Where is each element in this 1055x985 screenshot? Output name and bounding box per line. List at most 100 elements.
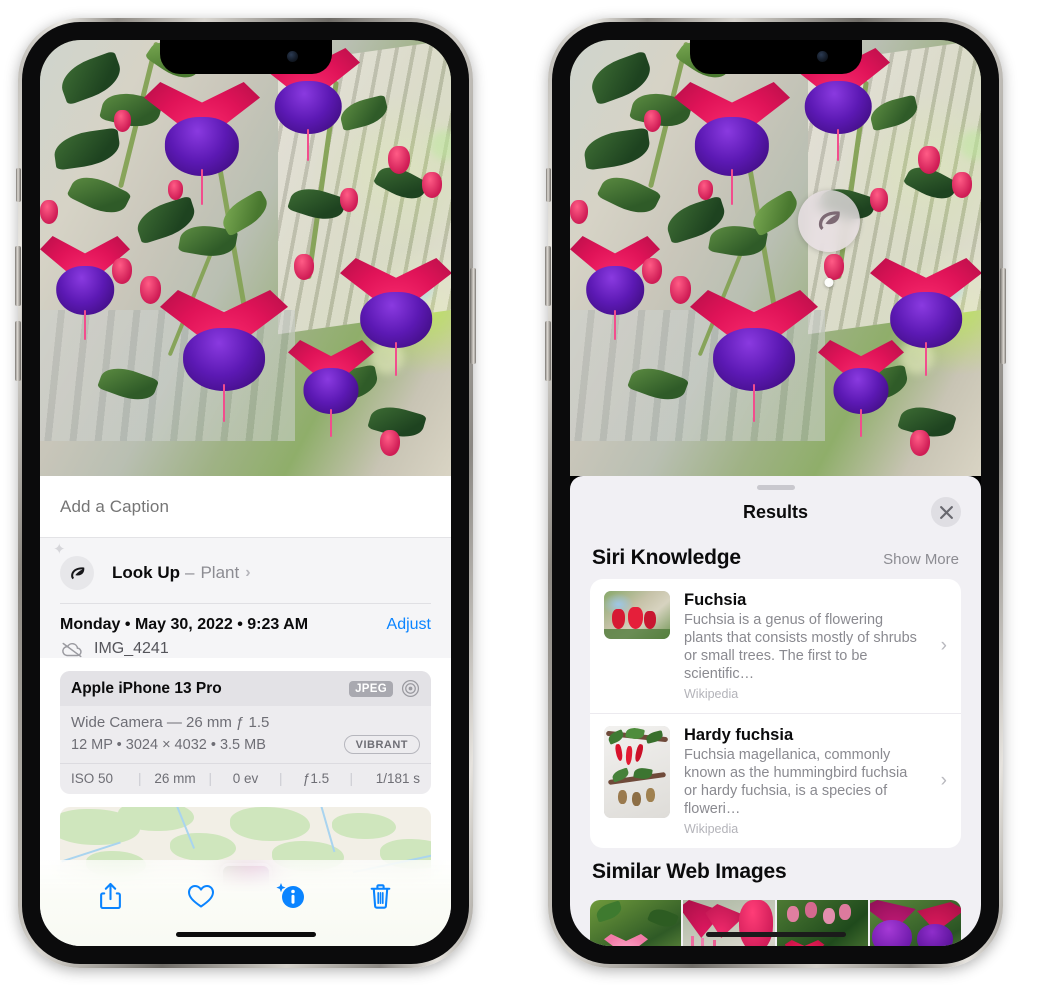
camera-device-name: Apple iPhone 13 Pro bbox=[71, 679, 222, 697]
photo-bud bbox=[870, 188, 888, 212]
power-button[interactable] bbox=[470, 268, 476, 364]
exif-header: Apple iPhone 13 Pro JPEG bbox=[60, 671, 431, 706]
results-header: Results bbox=[570, 490, 981, 534]
mute-switch[interactable] bbox=[546, 168, 551, 202]
mute-switch[interactable] bbox=[16, 168, 21, 202]
format-badge: JPEG bbox=[349, 680, 393, 697]
similar-image-thumbnail[interactable] bbox=[869, 900, 961, 946]
photo-bud bbox=[642, 258, 662, 284]
photo-flower bbox=[674, 82, 790, 205]
chevron-right-icon: › bbox=[245, 564, 251, 581]
section-title: Similar Web Images bbox=[592, 860, 787, 883]
photo-bud bbox=[670, 276, 691, 304]
cloud-slash-icon bbox=[60, 641, 84, 658]
screenshot-canvas: ✦ Look Up – Plant › bbox=[0, 0, 1055, 985]
exif-focal: 26 mm bbox=[154, 771, 196, 786]
favorite-button[interactable] bbox=[181, 876, 221, 916]
photo-flower bbox=[818, 340, 904, 437]
exif-settings-row: ISO 50 | 26 mm | 0 ev | ƒ1.5 | 1/181 s bbox=[60, 763, 431, 794]
photo-bud bbox=[422, 172, 442, 198]
photo-bud bbox=[388, 146, 410, 174]
knowledge-thumbnail bbox=[604, 591, 670, 639]
share-button[interactable] bbox=[91, 876, 131, 916]
photo-bud bbox=[698, 180, 713, 200]
front-camera bbox=[816, 51, 828, 62]
power-button[interactable] bbox=[1000, 268, 1006, 364]
photo-bud bbox=[380, 430, 400, 456]
visual-look-up-results-panel: Results Siri Knowledge Show More Fuchsia… bbox=[570, 476, 981, 946]
home-indicator[interactable] bbox=[705, 932, 846, 937]
photo-date: Monday • May 30, 2022 • 9:23 AM bbox=[60, 616, 309, 633]
list-item[interactable]: Fuchsia Fuchsia is a genus of flowering … bbox=[590, 579, 961, 713]
show-more-button[interactable]: Show More bbox=[883, 551, 959, 568]
knowledge-source: Wikipedia bbox=[684, 822, 739, 836]
right-phone-screen: Results Siri Knowledge Show More Fuchsia… bbox=[570, 40, 981, 946]
photo-bud bbox=[910, 430, 930, 456]
photo-bud bbox=[140, 276, 161, 304]
photo-bud bbox=[952, 172, 972, 198]
home-indicator[interactable] bbox=[175, 932, 316, 937]
exif-body: Wide Camera — 26 mm ƒ 1.5 12 MP • 3024 ×… bbox=[60, 706, 431, 763]
photo-bud bbox=[570, 200, 588, 224]
metadata-section: Monday • May 30, 2022 • 9:23 AM Adjust I… bbox=[40, 604, 451, 658]
info-button[interactable] bbox=[270, 876, 310, 916]
front-camera bbox=[286, 51, 298, 62]
photo-bud bbox=[40, 200, 58, 224]
device-notch bbox=[159, 40, 332, 74]
caption-row[interactable] bbox=[40, 476, 451, 538]
knowledge-title: Hardy fuchsia bbox=[684, 726, 794, 744]
lens-info: Wide Camera — 26 mm ƒ 1.5 bbox=[71, 714, 270, 731]
adjust-button[interactable]: Adjust bbox=[387, 616, 431, 634]
look-up-subject: Plant bbox=[200, 563, 240, 582]
photo-flower bbox=[160, 290, 288, 423]
similar-web-images-header: Similar Web Images bbox=[570, 848, 981, 890]
volume-up-button[interactable] bbox=[15, 246, 21, 306]
volume-up-button[interactable] bbox=[545, 246, 551, 306]
photo-bud bbox=[644, 110, 661, 132]
chevron-right-icon: › bbox=[940, 770, 947, 791]
photo-viewer[interactable] bbox=[570, 40, 981, 476]
list-item[interactable]: Hardy fuchsia Fuchsia magellanica, commo… bbox=[590, 713, 961, 848]
exif-card[interactable]: Apple iPhone 13 Pro JPEG Wide Camera — 2… bbox=[60, 671, 431, 794]
knowledge-card-list: Fuchsia Fuchsia is a genus of flowering … bbox=[590, 579, 961, 848]
device-notch bbox=[689, 40, 862, 74]
photo-filename: IMG_4241 bbox=[94, 640, 169, 657]
leaf-icon bbox=[60, 556, 94, 590]
visual-look-up-badge[interactable] bbox=[798, 190, 860, 287]
similar-image-thumbnail[interactable] bbox=[590, 900, 682, 946]
knowledge-description: Fuchsia is a genus of flowering plants t… bbox=[684, 612, 917, 682]
volume-down-button[interactable] bbox=[15, 321, 21, 381]
look-up-row[interactable]: ✦ Look Up – Plant › bbox=[53, 542, 431, 596]
look-up-section: ✦ Look Up – Plant › bbox=[40, 538, 451, 604]
visual-look-up-anchor-dot bbox=[824, 278, 834, 287]
photo-bud bbox=[168, 180, 183, 200]
knowledge-description: Fuchsia magellanica, commonly known as t… bbox=[684, 747, 908, 817]
right-phone-device: Results Siri Knowledge Show More Fuchsia… bbox=[545, 18, 1006, 968]
close-icon[interactable] bbox=[931, 497, 961, 527]
caption-input[interactable] bbox=[60, 496, 431, 517]
image-size-info: 12 MP • 3024 × 4032 • 3.5 MB bbox=[71, 736, 266, 753]
knowledge-thumbnail bbox=[604, 726, 670, 818]
volume-down-button[interactable] bbox=[545, 321, 551, 381]
similar-image-thumbnail[interactable] bbox=[776, 900, 868, 946]
similar-image-thumbnail[interactable] bbox=[683, 900, 775, 946]
section-title: Siri Knowledge bbox=[592, 546, 741, 569]
photo-bud bbox=[114, 110, 131, 132]
look-up-separator: – bbox=[185, 563, 195, 582]
photo-viewer[interactable] bbox=[40, 40, 451, 476]
results-title: Results bbox=[742, 501, 809, 522]
leaf-icon bbox=[818, 211, 840, 230]
knowledge-source: Wikipedia bbox=[684, 687, 739, 701]
photo-flower bbox=[288, 340, 374, 437]
photo-bud bbox=[918, 146, 940, 174]
exif-aperture: ƒ1.5 bbox=[302, 771, 330, 786]
left-phone-device: ✦ Look Up – Plant › bbox=[15, 18, 476, 968]
delete-button[interactable] bbox=[360, 876, 400, 916]
sparkle-icon: ✦ bbox=[53, 541, 66, 558]
similar-web-images-grid bbox=[590, 900, 961, 946]
chevron-right-icon: › bbox=[940, 635, 947, 656]
photo-bud bbox=[824, 254, 844, 280]
photographic-style-badge: VIBRANT bbox=[343, 735, 420, 754]
photo-bud bbox=[340, 188, 358, 212]
aperture-icon bbox=[401, 679, 420, 698]
